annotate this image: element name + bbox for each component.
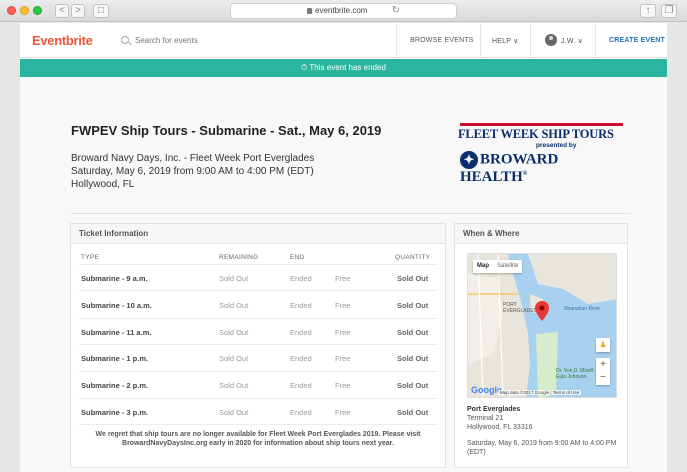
- browser-toolbar: < > □ eventbrite.com ↻ ↑ ❐: [0, 0, 687, 22]
- logo-line-fleet-week: FLEET WEEK SHIP TOURS: [458, 127, 614, 141]
- sidebar-toggle-icon[interactable]: □: [93, 4, 109, 18]
- row-divider: [79, 344, 437, 345]
- map-credit[interactable]: Map data ©2017 Google | Terms of Use: [498, 390, 582, 395]
- lock-icon: [307, 8, 312, 14]
- event-title: FWPEV Ship Tours - Submarine - Sat., May…: [71, 123, 382, 138]
- event-logo: FLEET WEEK SHIP TOURS presented by ✦ BROW…: [458, 123, 628, 186]
- tabs-icon[interactable]: ❐: [661, 4, 677, 18]
- share-icon[interactable]: ↑: [640, 4, 656, 18]
- address-bar[interactable]: eventbrite.com ↻: [230, 3, 457, 19]
- row-divider: [79, 318, 437, 319]
- chevron-down-icon: ∨: [513, 38, 519, 45]
- nav-divider: [530, 23, 531, 58]
- column-header-remaining: REMAINING: [219, 254, 259, 261]
- ticket-information-heading: Ticket Information: [71, 224, 445, 244]
- help-menu[interactable]: HELP ∨: [492, 37, 518, 45]
- column-header-quantity: QUANTITY: [395, 254, 431, 261]
- url-text: eventbrite.com: [315, 6, 368, 15]
- ticket-information-card: Ticket Information TYPE REMAINING END QU…: [70, 223, 446, 468]
- star-icon: ✦: [460, 151, 478, 169]
- browse-events-link[interactable]: BROWSE EVENTS: [410, 37, 474, 44]
- when-where-heading: When & Where: [455, 224, 627, 244]
- venue-address-line2: Hollywood, FL 33316: [467, 424, 533, 431]
- chevron-down-icon: ∨: [577, 38, 583, 45]
- create-event-link[interactable]: CREATE EVENT: [609, 37, 665, 44]
- row-divider: [79, 398, 437, 399]
- zoom-in-button[interactable]: +: [596, 358, 610, 371]
- nav-divider: [396, 23, 397, 58]
- user-menu[interactable]: J.W. ∨: [561, 37, 583, 45]
- satellite-tab[interactable]: Satellite: [493, 260, 522, 273]
- column-header-end: END: [290, 254, 305, 261]
- zoom-out-button[interactable]: −: [596, 371, 610, 384]
- event-organizer: Broward Navy Days, Inc. - Fleet Week Por…: [71, 153, 315, 164]
- map-type-tabs: Map Satellite: [473, 260, 523, 273]
- ticket-note: We regret that ship tours are no longer …: [95, 431, 421, 447]
- forward-button[interactable]: >: [71, 4, 85, 18]
- map-tab[interactable]: Map: [473, 260, 493, 273]
- location-map[interactable]: Map Satellite PORT EVERGLADES Stranahan R…: [467, 253, 617, 398]
- venue-address-line1: Terminal 21: [467, 415, 504, 422]
- nav-divider: [595, 23, 596, 58]
- avatar-icon[interactable]: [545, 34, 557, 46]
- row-divider: [79, 290, 437, 291]
- event-datetime: Saturday, May 6, 2019 from 9:00 AM to 4:…: [71, 166, 314, 177]
- logo-line-presented-by: presented by: [536, 142, 577, 149]
- banner-text: This event has ended: [309, 63, 386, 72]
- map-label-river: Stranahan River: [564, 306, 601, 312]
- street-view-icon[interactable]: ♟: [596, 338, 610, 352]
- column-header-type: TYPE: [81, 254, 100, 261]
- when-where-card: When & Where Map Satellite PORT EVERGLADE…: [454, 223, 628, 468]
- minimize-window-button[interactable]: [20, 6, 29, 15]
- back-button[interactable]: <: [55, 4, 69, 18]
- close-window-button[interactable]: [7, 6, 16, 15]
- search-input[interactable]: [135, 32, 365, 48]
- venue-name: Port Everglades: [467, 406, 521, 413]
- nav-divider: [480, 23, 481, 58]
- event-location: Hollywood, FL: [71, 179, 135, 190]
- row-divider: [79, 264, 437, 265]
- event-ended-banner: ⏱ This event has ended: [20, 59, 667, 77]
- logo-stripe: [460, 123, 623, 126]
- map-pin-icon[interactable]: [535, 301, 549, 321]
- row-divider: [79, 371, 437, 372]
- clock-icon: ⏱: [301, 63, 308, 72]
- help-label: HELP: [492, 38, 511, 45]
- reload-icon[interactable]: ↻: [392, 5, 400, 16]
- zoom-window-button[interactable]: [33, 6, 42, 15]
- search-icon: [121, 36, 129, 44]
- section-divider: [71, 213, 631, 214]
- event-when: Saturday, May 6, 2019 from 9:00 AM to 4:…: [467, 440, 617, 456]
- row-divider: [79, 424, 437, 425]
- page: Eventbrite BROWSE EVENTS HELP ∨ J.W. ∨ C…: [20, 23, 667, 472]
- site-header: Eventbrite BROWSE EVENTS HELP ∨ J.W. ∨ C…: [20, 23, 667, 58]
- zoom-control: + −: [596, 358, 610, 385]
- logo-line-broward-health: ✦ BROWARD HEALTH®: [460, 151, 559, 185]
- user-name: J.W.: [561, 38, 576, 45]
- eventbrite-logo[interactable]: Eventbrite: [32, 33, 93, 48]
